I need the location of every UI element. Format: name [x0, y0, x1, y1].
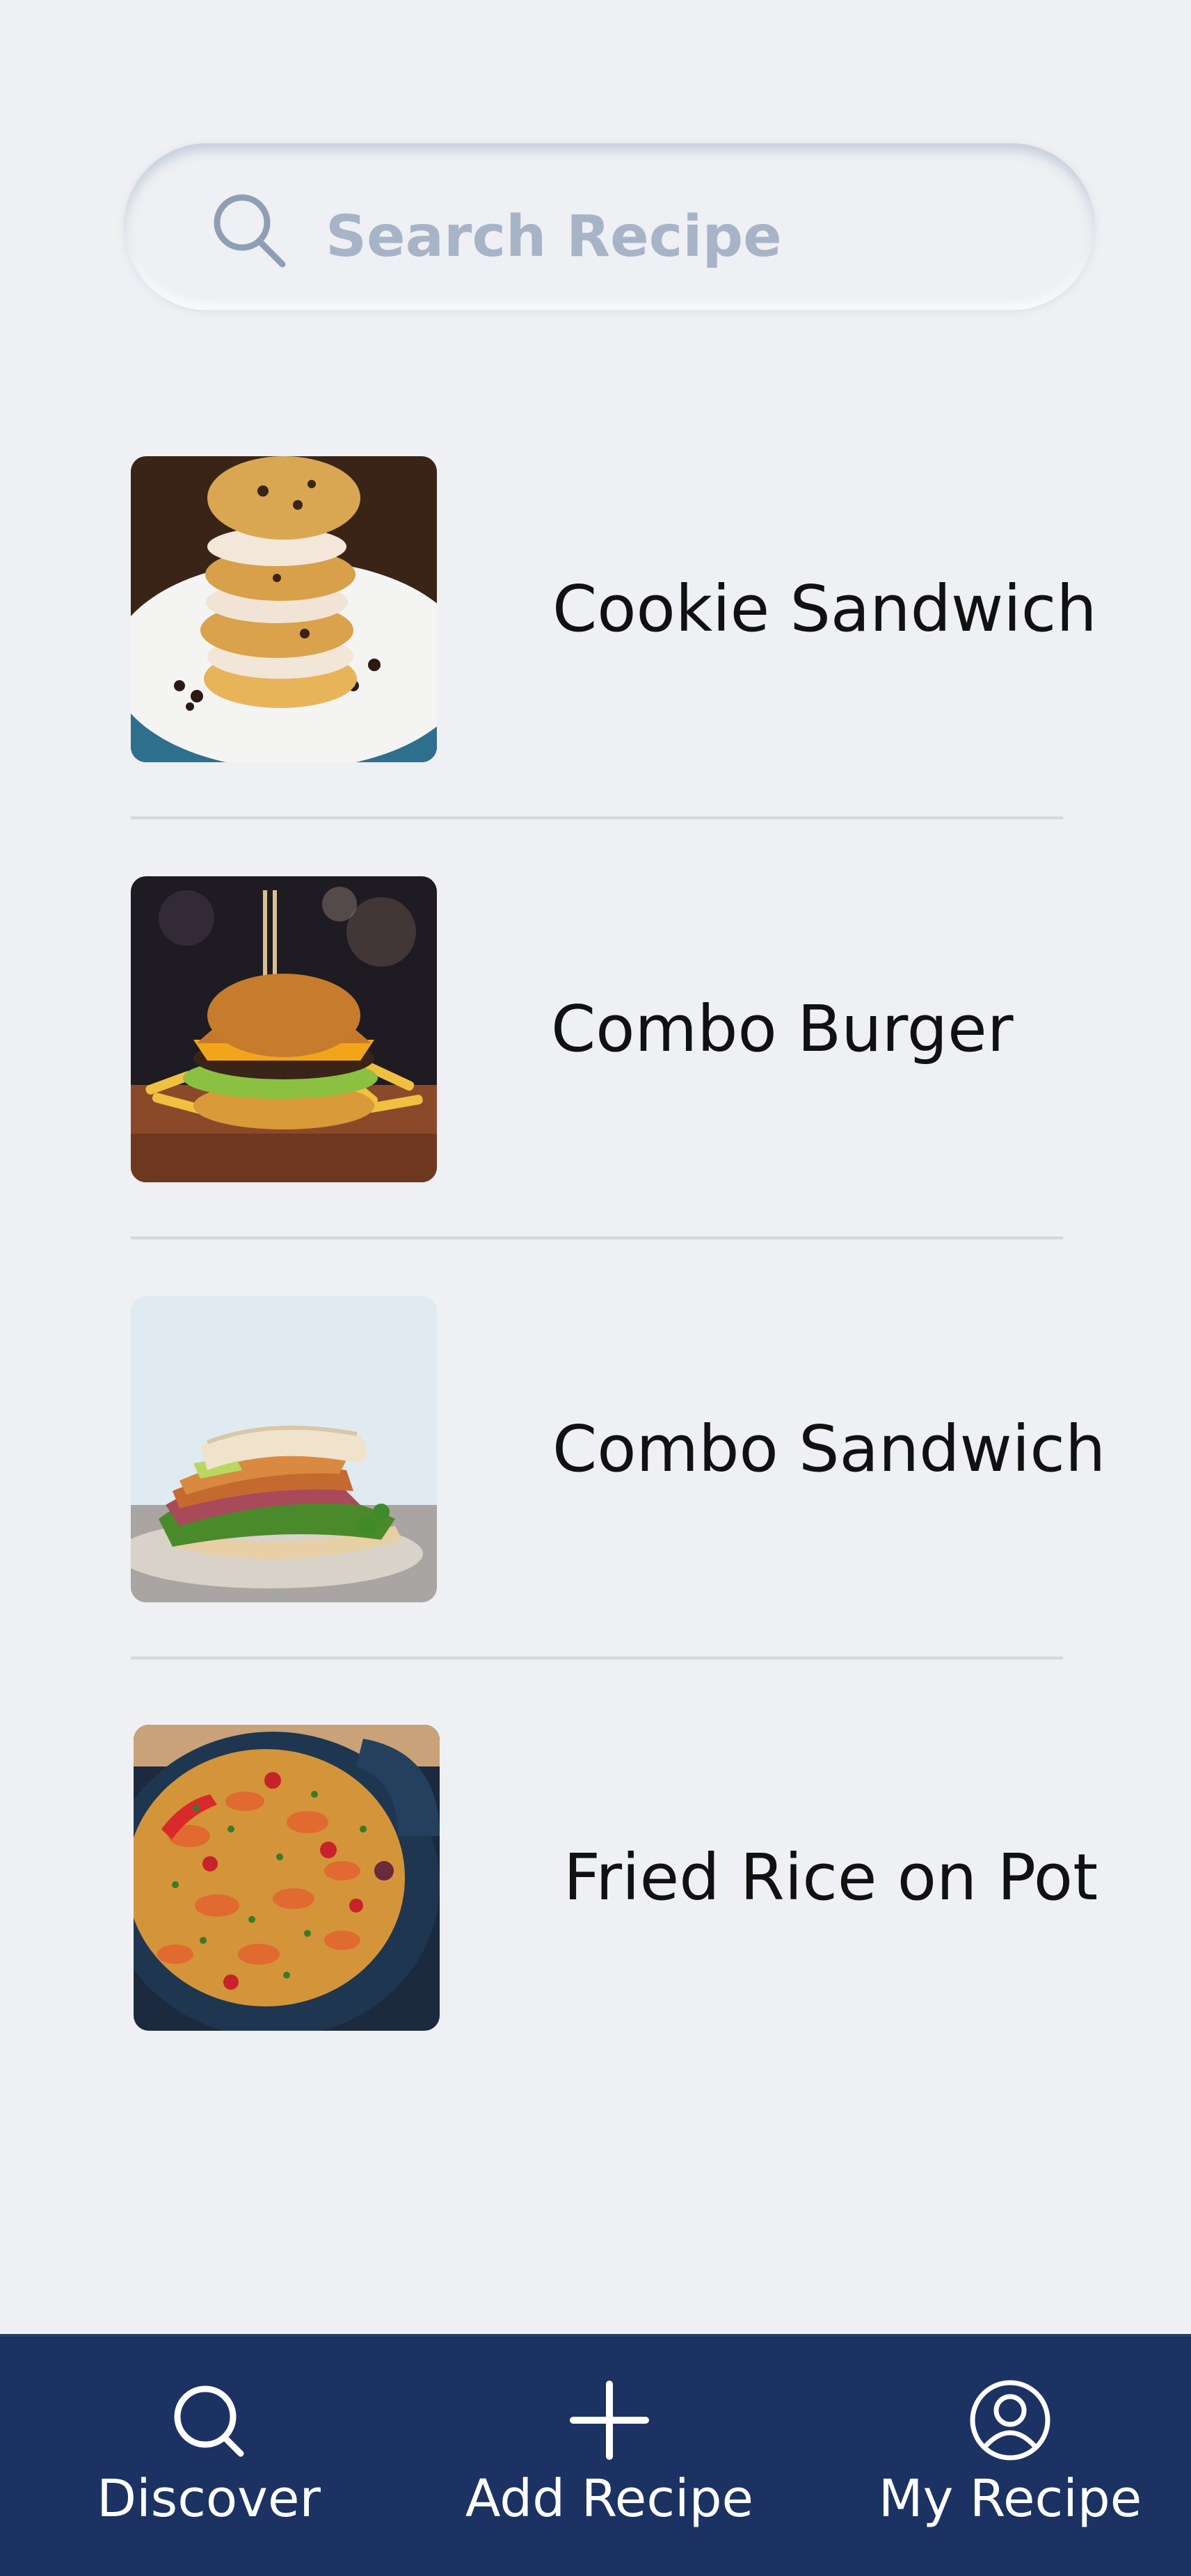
search-icon — [214, 194, 286, 268]
recipe-thumbnail — [131, 876, 437, 1182]
cookie-sandwich-image — [131, 456, 437, 762]
recipe-thumbnail — [131, 456, 437, 762]
recipe-thumbnail — [134, 1725, 440, 2031]
nav-label: Discover — [97, 2469, 321, 2529]
nav-label: My Recipe — [878, 2469, 1142, 2529]
search-icon — [174, 2385, 244, 2457]
divider — [131, 816, 1063, 819]
recipe-item-combo-sandwich[interactable]: Combo Sandwich — [131, 1296, 1105, 1602]
user-circle-icon — [970, 2380, 1050, 2461]
recipe-item-combo-burger[interactable]: Combo Burger — [131, 876, 1063, 1182]
recipe-thumbnail — [131, 1296, 437, 1602]
nav-label: Add Recipe — [465, 2469, 754, 2529]
plus-icon — [570, 2381, 649, 2460]
recipe-title: Combo Sandwich — [552, 1412, 1106, 1486]
recipe-item-cookie-sandwich[interactable]: Cookie Sandwich — [131, 456, 1097, 762]
search-input[interactable] — [326, 143, 1021, 310]
nav-item-add-recipe[interactable]: Add Recipe — [456, 2337, 762, 2576]
nav-item-my-recipe[interactable]: My Recipe — [857, 2337, 1163, 2576]
recipe-title: Fried Rice on Pot — [563, 1840, 1098, 1915]
bottom-navigation: Discover Add Recipe My Recipe — [0, 2334, 1191, 2576]
combo-sandwich-image — [131, 1296, 437, 1602]
recipe-item-fried-rice-on-pot[interactable]: Fried Rice on Pot — [134, 1725, 1098, 2031]
search-bar[interactable] — [124, 143, 1095, 310]
recipe-title: Cookie Sandwich — [552, 572, 1097, 646]
recipe-title: Combo Burger — [551, 992, 1014, 1066]
fried-rice-pot-image — [134, 1725, 440, 2031]
divider — [131, 1657, 1063, 1659]
divider — [131, 1237, 1063, 1239]
combo-burger-image — [131, 876, 437, 1182]
nav-item-discover[interactable]: Discover — [56, 2337, 362, 2576]
